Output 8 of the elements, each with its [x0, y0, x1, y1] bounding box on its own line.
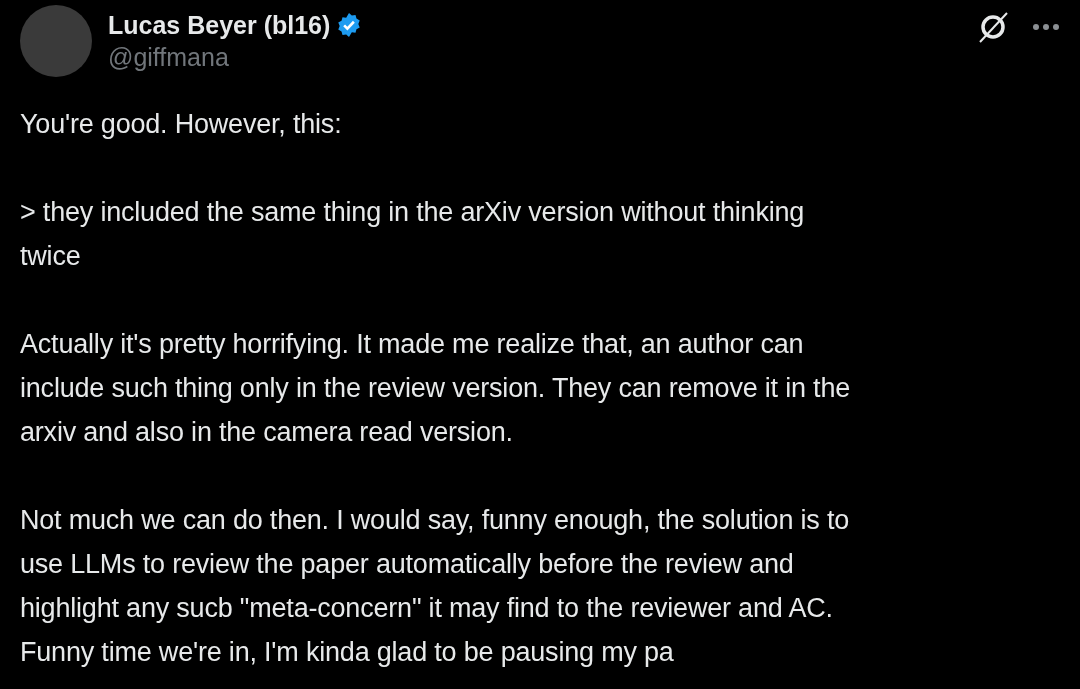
more-icon[interactable] [1032, 23, 1060, 31]
author-handle[interactable]: @giffmana [108, 41, 363, 73]
tweet-paragraph: Not much we can do then. I would say, funny enough, the solution is to use LLMs to review the paper automatically before the review and highlight any sucb "meta-concern" it may find to the reviewer and AC. Funny time we're in, I'm kinda glad to be pausing my pa [20, 504, 850, 669]
tweet-paragraph: > they included the same thing in the arXiv version without thinking twice [20, 196, 806, 273]
slashed-circle-icon[interactable] [976, 10, 1010, 44]
author-name[interactable]: Lucas Beyer (bl16) [108, 9, 331, 41]
tweet-paragraph: You're good. However, this: [20, 108, 343, 141]
tweet-paragraph: Actually it's pretty horrifying. It made me realize that, an author can include such thing only in the review version. They can remove it in the arxiv and also in the camera read version. [20, 328, 852, 449]
